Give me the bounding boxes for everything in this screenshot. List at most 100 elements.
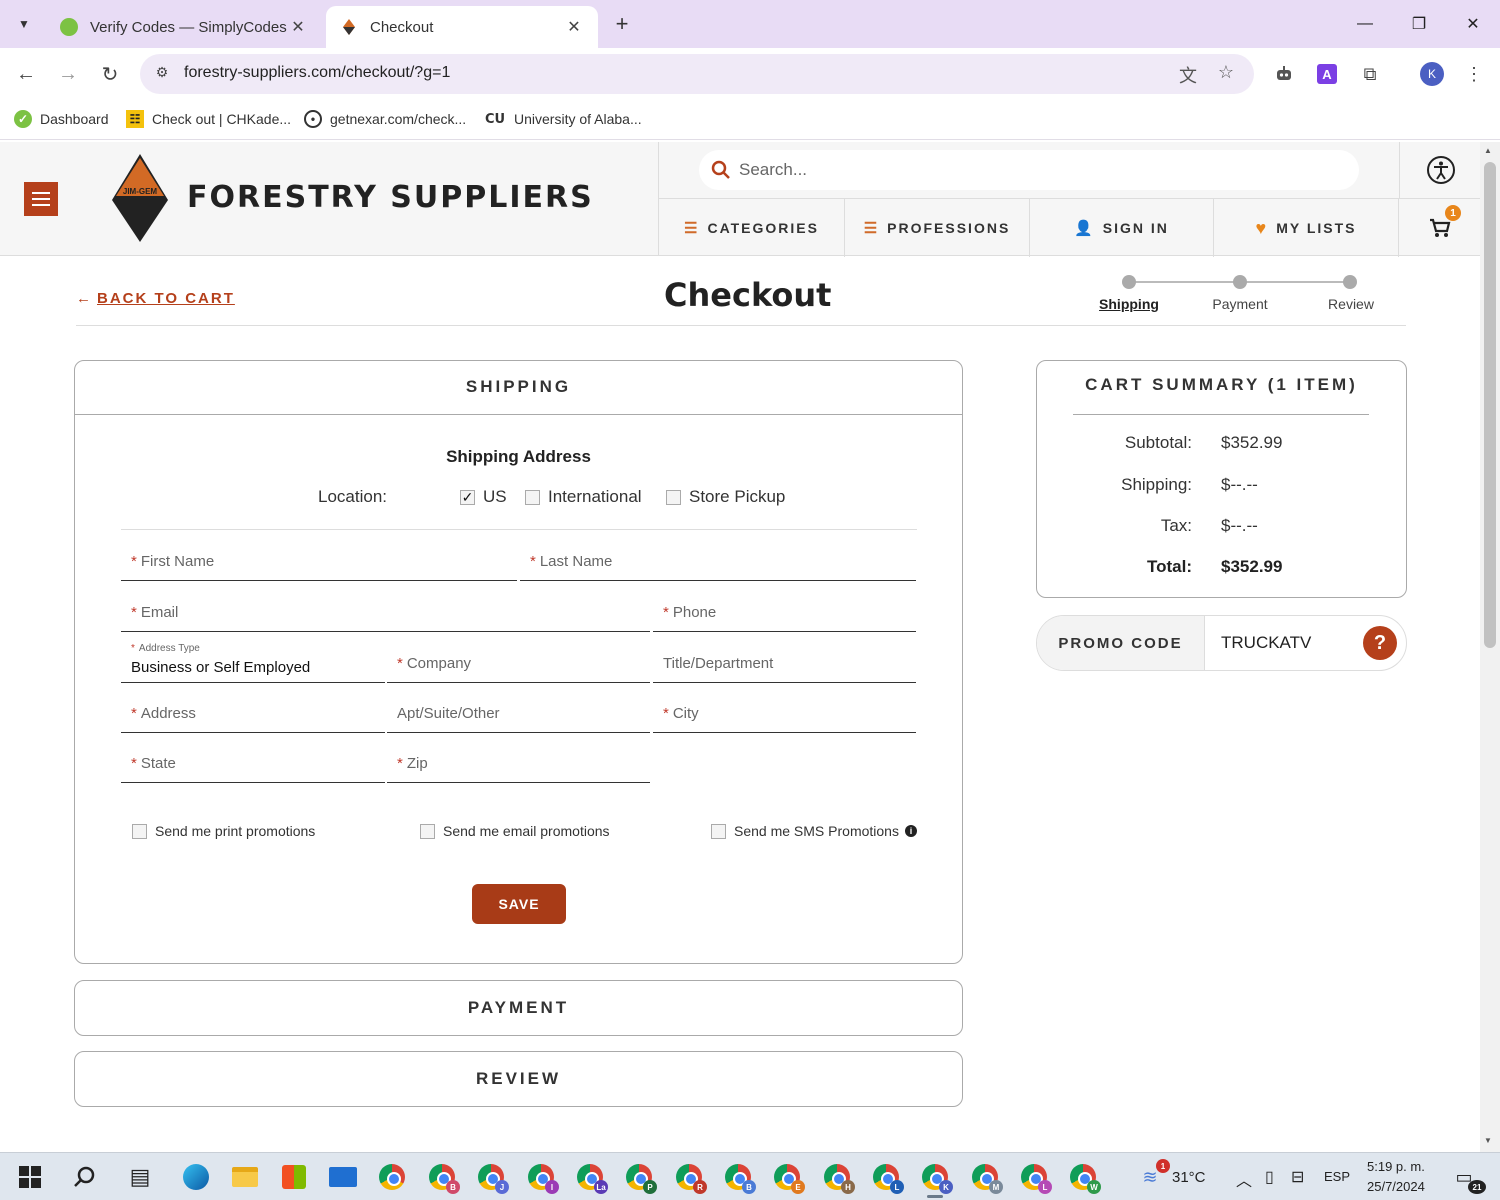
tab-verify-codes[interactable]: Verify Codes — SimplyCodes ✕ bbox=[46, 6, 322, 48]
windows-start-icon[interactable] bbox=[16, 1163, 44, 1191]
promo-code-input[interactable]: TRUCKATV bbox=[1221, 633, 1311, 653]
review-panel[interactable]: REVIEW bbox=[74, 1051, 963, 1107]
location-international-checkbox[interactable]: International bbox=[525, 487, 642, 507]
scrollbar-thumb[interactable] bbox=[1484, 162, 1496, 648]
chrome-profile-b2-icon[interactable]: B bbox=[724, 1163, 756, 1194]
edge-icon[interactable] bbox=[182, 1163, 210, 1191]
zip-field[interactable]: * Zip bbox=[387, 743, 650, 783]
clock-date[interactable]: 25/7/2024 bbox=[1367, 1179, 1425, 1194]
chrome-profile-i-icon[interactable]: I bbox=[527, 1163, 559, 1194]
language-indicator[interactable]: ESP bbox=[1324, 1169, 1350, 1184]
city-field[interactable]: * City bbox=[653, 693, 916, 733]
extensions-puzzle-icon[interactable]: ⧉ bbox=[1358, 62, 1382, 86]
minimize-button[interactable]: — bbox=[1350, 10, 1380, 38]
last-name-field[interactable]: * Last Name bbox=[520, 541, 916, 581]
weather-icon[interactable]: ≋ 1 bbox=[1136, 1159, 1170, 1191]
chrome-profile-b-icon[interactable]: B bbox=[428, 1163, 460, 1194]
tray-chevron-icon[interactable]: ︿ bbox=[1236, 1167, 1252, 1191]
translate-icon[interactable]: 文 bbox=[1176, 62, 1200, 86]
chrome-profile-m-icon[interactable]: M bbox=[971, 1163, 1003, 1194]
save-button[interactable]: SAVE bbox=[472, 884, 566, 924]
forestry-suppliers-logo[interactable]: JIM-GEM bbox=[110, 152, 170, 244]
battery-icon[interactable]: ▯ bbox=[1265, 1167, 1274, 1187]
apt-suite-field[interactable]: Apt/Suite/Other bbox=[387, 693, 650, 733]
review-heading[interactable]: REVIEW bbox=[75, 1052, 962, 1106]
nav-professions[interactable]: ☰ PROFESSIONS bbox=[845, 199, 1030, 257]
checkbox-icon[interactable] bbox=[420, 823, 435, 839]
weather-temperature[interactable]: 31°C bbox=[1172, 1169, 1206, 1186]
chrome-profile-p-icon[interactable]: P bbox=[625, 1163, 657, 1194]
search-input[interactable]: Search... bbox=[699, 150, 1359, 190]
microsoft-store-icon[interactable] bbox=[280, 1163, 308, 1191]
chrome-profile-w-icon[interactable]: W bbox=[1069, 1163, 1101, 1194]
scroll-up-arrow-icon[interactable]: ▲ bbox=[1484, 146, 1492, 155]
notifications-icon[interactable]: ▭ 21 bbox=[1450, 1163, 1486, 1194]
nav-my-lists[interactable]: ♥ MY LISTS bbox=[1214, 199, 1399, 257]
chrome-profile-k-icon[interactable]: K bbox=[921, 1163, 953, 1194]
chrome-profile-la-icon[interactable]: La bbox=[576, 1163, 608, 1194]
task-view-icon[interactable]: ▤ bbox=[126, 1163, 154, 1191]
chrome-profile-h-icon[interactable]: H bbox=[823, 1163, 855, 1194]
checkbox-checked-icon[interactable]: ✓ bbox=[460, 489, 475, 505]
step-payment[interactable]: Payment bbox=[1200, 296, 1280, 312]
step-review[interactable]: Review bbox=[1311, 296, 1391, 312]
main-menu-button[interactable] bbox=[24, 182, 58, 216]
bookmark-university-alabama[interactable]: CU University of Alaba... bbox=[484, 108, 642, 130]
browser-menu-icon[interactable]: ⋮ bbox=[1462, 62, 1486, 86]
close-tab-icon[interactable]: ✕ bbox=[564, 17, 584, 37]
chrome-profile-j-icon[interactable]: J bbox=[477, 1163, 509, 1194]
nav-sign-in[interactable]: 👤 SIGN IN bbox=[1030, 199, 1214, 257]
new-tab-button[interactable]: + bbox=[608, 10, 636, 38]
address-field[interactable]: * Address bbox=[121, 693, 385, 733]
site-info-icon[interactable]: ⚙ bbox=[152, 64, 172, 84]
chrome-profile-l2-icon[interactable]: L bbox=[1020, 1163, 1052, 1194]
tab-search-button[interactable]: ▼ bbox=[10, 10, 38, 38]
chrome-icon[interactable] bbox=[378, 1163, 406, 1191]
chrome-profile-r-icon[interactable]: R bbox=[675, 1163, 707, 1194]
payment-panel[interactable]: PAYMENT bbox=[74, 980, 963, 1036]
bookmark-chkade[interactable]: ☷ Check out | CHKade... bbox=[126, 108, 291, 130]
cart-button[interactable]: 1 bbox=[1399, 199, 1481, 257]
chrome-profile-l-icon[interactable]: L bbox=[872, 1163, 904, 1194]
extension-robot-icon[interactable] bbox=[1272, 62, 1296, 86]
first-name-field[interactable]: * First Name bbox=[121, 541, 517, 581]
phone-field[interactable]: * Phone bbox=[653, 592, 916, 632]
address-type-select[interactable]: * Address Type Business or Self Employed bbox=[121, 643, 385, 683]
bookmark-star-icon[interactable]: ☆ bbox=[1214, 62, 1238, 86]
checkbox-icon[interactable] bbox=[525, 489, 540, 505]
payment-heading[interactable]: PAYMENT bbox=[75, 981, 962, 1035]
checkbox-icon[interactable] bbox=[132, 823, 147, 839]
location-store-pickup-checkbox[interactable]: Store Pickup bbox=[666, 487, 785, 507]
sms-promotions-checkbox[interactable]: Send me SMS Promotions i bbox=[711, 823, 917, 839]
checkbox-icon[interactable] bbox=[666, 489, 681, 505]
back-to-cart-link[interactable]: ← BACK TO CART bbox=[76, 290, 235, 307]
close-window-button[interactable]: ✕ bbox=[1458, 10, 1488, 38]
brand-name[interactable]: FORESTRY SUPPLIERS bbox=[187, 180, 594, 215]
bookmark-dashboard[interactable]: ✓ Dashboard bbox=[14, 108, 109, 130]
info-icon[interactable]: i bbox=[904, 825, 917, 837]
extension-a-icon[interactable]: A bbox=[1315, 62, 1339, 86]
page-scrollbar[interactable]: ▲ ▼ bbox=[1480, 142, 1500, 1152]
bookmark-getnexar[interactable]: • getnexar.com/check... bbox=[304, 108, 466, 130]
taskbar-search-icon[interactable] bbox=[70, 1163, 98, 1191]
nav-categories[interactable]: ☰ CATEGORIES bbox=[659, 199, 845, 257]
forward-button[interactable]: → bbox=[54, 60, 82, 88]
checkbox-icon[interactable] bbox=[711, 823, 726, 839]
title-department-field[interactable]: Title/Department bbox=[653, 643, 916, 683]
print-promotions-checkbox[interactable]: Send me print promotions bbox=[132, 823, 315, 839]
reload-button[interactable]: ↻ bbox=[96, 60, 124, 88]
address-bar[interactable]: ⚙ forestry-suppliers.com/checkout/?g=1 文… bbox=[140, 54, 1254, 94]
location-us-checkbox[interactable]: ✓ US bbox=[460, 487, 507, 507]
back-button[interactable]: ← bbox=[12, 60, 40, 88]
state-field[interactable]: * State bbox=[121, 743, 385, 783]
step-shipping[interactable]: Shipping bbox=[1089, 296, 1169, 312]
chrome-profile-e-icon[interactable]: E bbox=[773, 1163, 805, 1194]
file-explorer-icon[interactable] bbox=[231, 1163, 259, 1191]
mail-icon[interactable] bbox=[329, 1163, 357, 1191]
restore-button[interactable]: ❐ bbox=[1404, 10, 1434, 38]
company-field[interactable]: * Company bbox=[387, 643, 650, 683]
email-field[interactable]: * Email bbox=[121, 592, 650, 632]
url-text[interactable]: forestry-suppliers.com/checkout/?g=1 bbox=[184, 64, 450, 82]
accessibility-button[interactable] bbox=[1399, 142, 1481, 198]
clock-time[interactable]: 5:19 p. m. bbox=[1367, 1159, 1425, 1174]
